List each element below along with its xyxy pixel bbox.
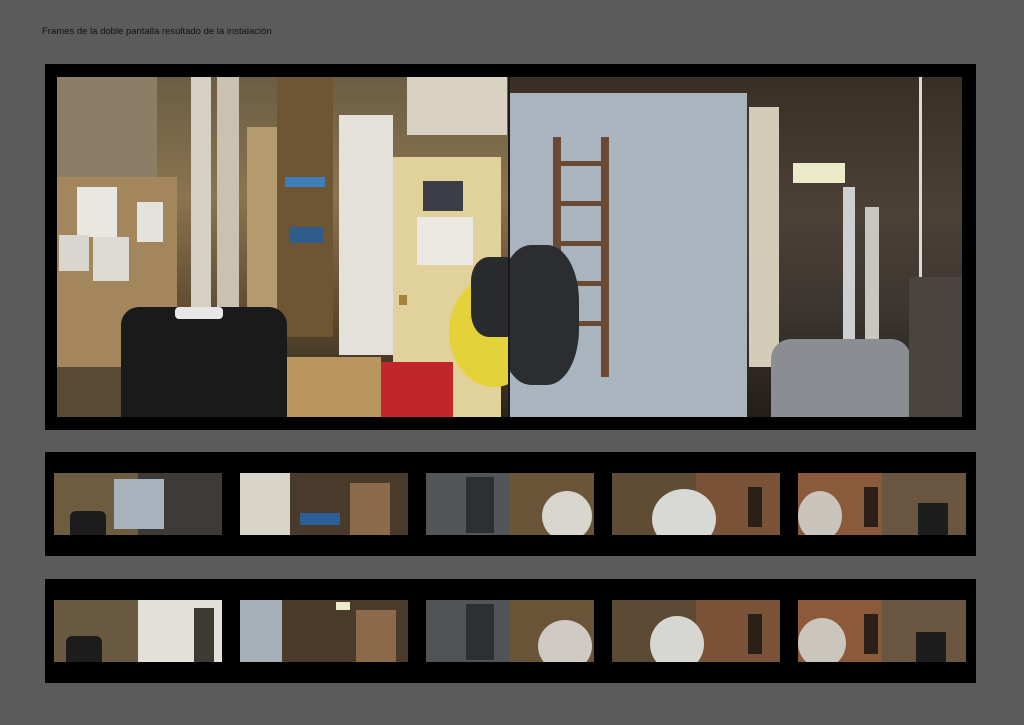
frames-strip-2	[45, 579, 976, 683]
screen-divider	[508, 77, 510, 417]
frame-thumbnail	[426, 473, 594, 535]
frame-thumbnail	[54, 473, 222, 535]
page-caption: Frames de la doble pantalla resultado de…	[42, 26, 272, 37]
frame-thumbnail	[612, 473, 780, 535]
frame-thumbnail	[798, 600, 966, 662]
main-frame-image	[57, 77, 962, 417]
frame-thumbnail	[54, 600, 222, 662]
frame-thumbnail	[240, 473, 408, 535]
right-screen-image	[509, 77, 962, 417]
frame-thumbnail	[612, 600, 780, 662]
frame-thumbnail	[798, 473, 966, 535]
frame-thumbnail	[426, 600, 594, 662]
frames-strip-1	[45, 452, 976, 556]
frame-thumbnail	[240, 600, 408, 662]
main-double-screen-frame	[45, 64, 976, 430]
left-screen-image	[57, 77, 509, 417]
